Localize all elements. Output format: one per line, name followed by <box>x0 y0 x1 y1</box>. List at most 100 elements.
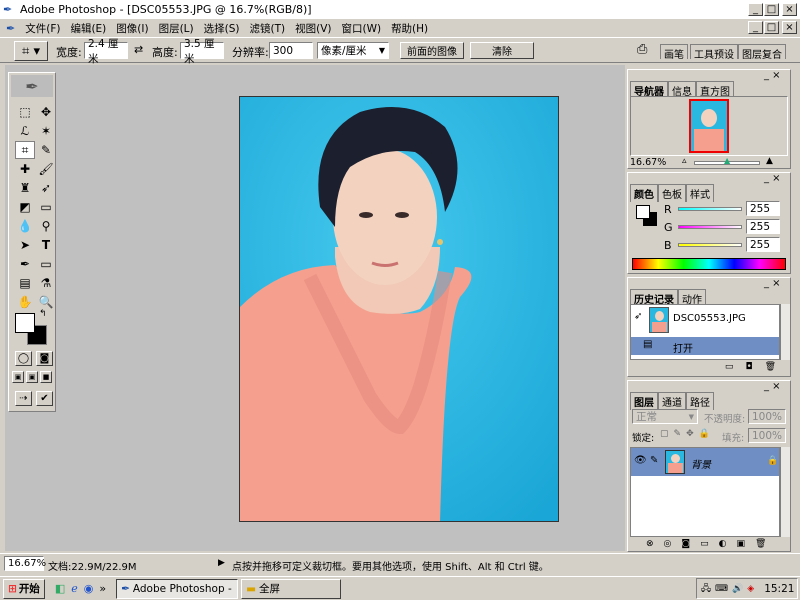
delete-layer-icon[interactable]: 🗑 <box>755 539 766 549</box>
swap-dimensions-icon[interactable]: ⇄ <box>134 43 143 56</box>
quicklaunch-ie-icon[interactable]: ℯ <box>71 582 78 595</box>
move-tool-icon[interactable]: ✥ <box>36 103 56 121</box>
feather-logo-icon[interactable]: ✒ <box>11 75 53 97</box>
healing-brush-tool-icon[interactable]: ✚ <box>15 160 35 178</box>
tab-color[interactable]: 颜色 <box>630 184 658 202</box>
color-fg-swatch[interactable] <box>636 205 650 219</box>
panel-close-icon[interactable]: _ × <box>764 278 781 289</box>
fill-field[interactable]: 100% <box>748 428 786 443</box>
menu-edit[interactable]: 编辑(E) <box>70 21 106 36</box>
tab-layers[interactable]: 图层 <box>630 392 658 410</box>
tab-brushes[interactable]: 画笔 <box>660 44 688 61</box>
layer-name[interactable]: 背景 <box>691 456 711 471</box>
document-image[interactable] <box>239 96 559 522</box>
color-r-value[interactable]: 255 <box>746 201 780 216</box>
blur-tool-icon[interactable]: 💧 <box>15 217 35 235</box>
path-selection-tool-icon[interactable]: ➤ <box>15 236 35 254</box>
task-fullscreen[interactable]: ▬ 全屏 <box>241 578 342 599</box>
minimize-button[interactable]: _ <box>748 3 763 16</box>
zoom-in-icon[interactable]: ▲ <box>766 156 773 166</box>
opacity-field[interactable]: 100% <box>748 409 786 424</box>
history-brush-tool-icon[interactable]: ➶ <box>36 179 56 197</box>
jump-to-imageready-icon[interactable]: ⇢ <box>15 391 32 406</box>
status-arrow-icon[interactable]: ▶ <box>218 558 225 568</box>
delete-state-icon[interactable]: 🗑 <box>765 362 776 376</box>
magic-wand-tool-icon[interactable]: ✶ <box>36 122 56 140</box>
brush-tool-icon[interactable]: 🖌 <box>36 160 56 178</box>
history-brush-source-icon[interactable]: ➶ <box>634 311 642 322</box>
tray-input-icon[interactable]: ⌨ <box>715 584 728 594</box>
crop-tool-icon[interactable]: ⌗ <box>15 141 35 159</box>
marquee-tool-icon[interactable]: ⬚ <box>15 103 35 121</box>
tab-layer-comps[interactable]: 图层复合 <box>738 44 786 61</box>
menu-view[interactable]: 视图(V) <box>295 21 331 36</box>
panel-close-icon[interactable]: _ × <box>764 381 781 392</box>
dodge-tool-icon[interactable]: ⚲ <box>36 217 56 235</box>
screen-mode-full-icon[interactable]: ■ <box>40 371 52 383</box>
lock-image-icon[interactable]: ✎ <box>674 429 682 439</box>
lasso-tool-icon[interactable]: ℒ <box>15 122 35 140</box>
menu-file[interactable]: 文件(F) <box>25 21 60 36</box>
new-group-icon[interactable]: ▭ <box>700 539 709 549</box>
width-field[interactable]: 2.4 厘米 <box>84 38 128 65</box>
lock-transparent-icon[interactable]: ▢ <box>660 429 669 439</box>
layer-row-background[interactable]: 👁 ✎ 背景 🔒 <box>631 448 779 476</box>
screen-mode-standard-icon[interactable]: ▣ <box>12 371 24 383</box>
height-field[interactable]: 3.5 厘米 <box>180 38 224 65</box>
zoom-slider-thumb[interactable]: ▲ <box>724 156 730 165</box>
swap-colors-icon[interactable]: ↰ <box>39 309 47 319</box>
tab-tool-presets[interactable]: 工具预设 <box>690 44 738 61</box>
tab-swatches[interactable]: 色板 <box>658 184 686 202</box>
tray-clock[interactable]: 15:21 <box>764 583 794 595</box>
menu-filter[interactable]: 滤镜(T) <box>249 21 285 36</box>
menu-select[interactable]: 选择(S) <box>204 21 240 36</box>
doc-restore-button[interactable]: □ <box>764 21 779 34</box>
quickmask-mode-icon[interactable]: ◙ <box>36 351 53 366</box>
menu-layer[interactable]: 图层(L) <box>159 21 194 36</box>
new-layer-icon[interactable]: ▣ <box>737 539 746 549</box>
zoom-out-icon[interactable]: ▵ <box>682 156 687 166</box>
quicklaunch-desktop-icon[interactable]: ◧ <box>55 582 65 595</box>
file-browser-icon[interactable]: ⎙ <box>637 42 647 57</box>
menu-window[interactable]: 窗口(W) <box>341 21 381 36</box>
status-doc-size[interactable]: 文档:22.9M/22.9M <box>48 558 137 573</box>
start-button[interactable]: ⊞ 开始 <box>3 578 45 599</box>
color-g-value[interactable]: 255 <box>746 219 780 234</box>
blend-mode-select[interactable]: 正常 ▼ <box>632 409 698 424</box>
panel-close-icon[interactable]: _ × <box>764 173 781 184</box>
adjustment-layer-icon[interactable]: ◐ <box>719 539 727 549</box>
color-b-slider[interactable] <box>678 243 742 247</box>
eyedropper-tool-icon[interactable]: ⚗ <box>36 274 56 292</box>
layers-scrollbar[interactable] <box>780 447 790 537</box>
tab-styles[interactable]: 样式 <box>686 184 714 202</box>
standard-mode-icon[interactable]: ◯ <box>15 351 32 366</box>
checkmark-icon[interactable]: ✔ <box>36 391 53 406</box>
new-document-from-state-icon[interactable]: ▭ <box>725 362 734 376</box>
panel-close-icon[interactable]: _ × <box>764 70 781 81</box>
tray-network-icon[interactable]: 🖧 <box>701 581 711 597</box>
front-image-button[interactable]: 前面的图像 <box>400 42 464 59</box>
color-b-value[interactable]: 255 <box>746 237 780 252</box>
link-layers-icon[interactable]: ⊗ <box>646 539 654 549</box>
tab-paths[interactable]: 路径 <box>686 392 714 410</box>
tray-antivirus-icon[interactable]: ◈ <box>747 584 754 594</box>
history-scrollbar[interactable] <box>780 304 790 360</box>
history-item-open[interactable]: ▤ 打开 <box>631 337 779 355</box>
close-button[interactable]: × <box>782 3 797 16</box>
new-snapshot-icon[interactable]: ◘ <box>745 362 752 376</box>
menu-image[interactable]: 图像(I) <box>116 21 148 36</box>
screen-mode-full-menu-icon[interactable]: ▣ <box>26 371 38 383</box>
maximize-button[interactable]: □ <box>764 3 779 16</box>
tab-channels[interactable]: 通道 <box>658 392 686 410</box>
navigator-preview[interactable] <box>630 96 788 156</box>
layer-style-icon[interactable]: ◎ <box>664 539 672 549</box>
status-zoom-field[interactable]: 16.67% <box>4 556 46 571</box>
navigator-zoom-value[interactable]: 16.67% <box>630 157 670 168</box>
lock-all-icon[interactable]: 🔒 <box>699 429 710 439</box>
tray-volume-icon[interactable]: 🔊 <box>732 584 743 594</box>
gradient-tool-icon[interactable]: ▭ <box>36 198 56 216</box>
task-photoshop[interactable]: ✒ Adobe Photoshop - [DSC... <box>116 578 239 599</box>
shape-tool-icon[interactable]: ▭ <box>36 255 56 273</box>
menu-help[interactable]: 帮助(H) <box>391 21 428 36</box>
notes-tool-icon[interactable]: ▤ <box>15 274 35 292</box>
